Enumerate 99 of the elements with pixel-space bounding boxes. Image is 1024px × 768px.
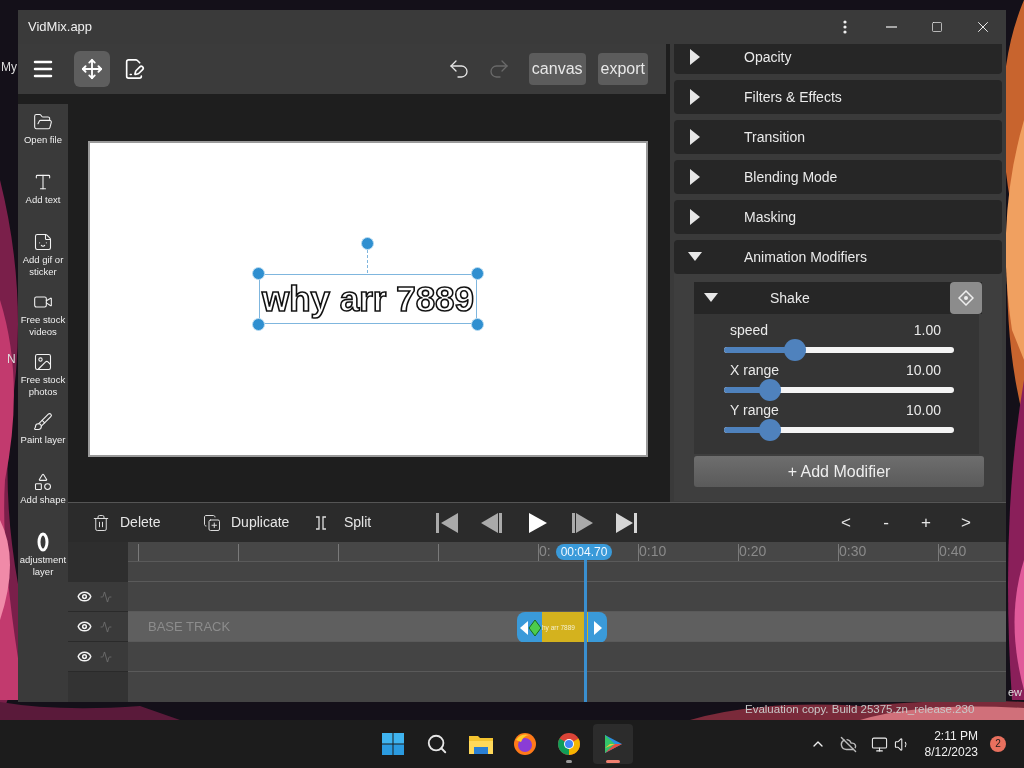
- ruler-label: 0:10: [639, 543, 667, 559]
- resize-handle[interactable]: [252, 318, 265, 331]
- expand-icon: [688, 169, 702, 185]
- move-tool[interactable]: [74, 51, 110, 87]
- expand-icon: [688, 49, 702, 65]
- folder-icon: [33, 112, 53, 132]
- resize-handle[interactable]: [252, 267, 265, 280]
- section-header[interactable]: Blending Mode: [674, 160, 1002, 194]
- duplicate-icon: [203, 513, 221, 532]
- oval-icon: [37, 532, 49, 552]
- notification-badge[interactable]: 2: [990, 736, 1006, 752]
- play-icon: [602, 733, 624, 755]
- resize-handle[interactable]: [471, 267, 484, 280]
- eye-icon[interactable]: [77, 649, 92, 664]
- taskbar-app[interactable]: [593, 724, 633, 764]
- section-header[interactable]: Masking: [674, 200, 1002, 234]
- brush-icon: [33, 412, 53, 432]
- expand-icon: [688, 129, 702, 145]
- sidebar-item[interactable]: adjustment layer: [18, 530, 68, 590]
- skip-end-icon: [615, 511, 639, 534]
- search-icon: [426, 733, 448, 755]
- window-title: VidMix.app: [28, 18, 93, 37]
- param-value: 10.00: [905, 400, 941, 420]
- skip-start-icon: [435, 511, 459, 534]
- step-back-icon: [480, 511, 504, 534]
- step-back-button[interactable]: [480, 510, 504, 535]
- slider-thumb[interactable]: [759, 419, 781, 441]
- expand-icon: [688, 209, 702, 225]
- ruler-label: 0:30: [839, 543, 867, 559]
- param-label: Y range: [730, 400, 779, 420]
- resize-handle[interactable]: [471, 318, 484, 331]
- minimize-icon: [885, 26, 897, 28]
- move-icon: [81, 58, 103, 80]
- sidebar-item[interactable]: Free stock videos: [18, 290, 68, 350]
- network-icon[interactable]: [870, 735, 888, 753]
- rotate-handle[interactable]: [361, 237, 374, 273]
- param-slider[interactable]: [724, 380, 954, 400]
- text-icon: [33, 172, 53, 192]
- zoom-control[interactable]: +: [911, 507, 941, 538]
- trash-icon: [92, 513, 110, 532]
- step-forward-icon: [570, 511, 594, 534]
- canvas-button[interactable]: canvas: [528, 53, 586, 85]
- section-header[interactable]: Animation Modifiers: [674, 240, 1002, 274]
- param-value: 1.00: [913, 320, 941, 340]
- ruler-label: 0:40: [939, 543, 967, 559]
- modifier-toggle[interactable]: Shake: [694, 282, 810, 314]
- add-modifier-button[interactable]: + Add Modifier: [694, 456, 984, 487]
- maximize-icon: [931, 21, 943, 33]
- slider-thumb[interactable]: [759, 379, 781, 401]
- playhead-time: 00:04.70: [556, 544, 612, 560]
- browser-icon: [557, 732, 581, 756]
- step-forward-button[interactable]: [570, 510, 594, 535]
- param-label: speed: [730, 320, 769, 340]
- ruler-label: 0:20: [739, 543, 767, 559]
- browser-icon: [513, 732, 537, 756]
- skip-start-button[interactable]: [435, 510, 459, 535]
- param-value: 10.00: [905, 360, 941, 380]
- sidebar-item[interactable]: Add gif or sticker: [18, 230, 68, 290]
- section-header[interactable]: Transition: [674, 120, 1002, 154]
- running-indicator: [606, 760, 620, 763]
- sticker-icon: [33, 232, 53, 252]
- param-slider[interactable]: [724, 340, 954, 360]
- zoom-control[interactable]: >: [951, 507, 981, 538]
- keyframe-button[interactable]: [950, 282, 982, 314]
- export-button[interactable]: export: [597, 53, 648, 85]
- shapes-icon: [33, 472, 53, 492]
- eye-icon[interactable]: [77, 589, 92, 604]
- running-indicator: [566, 760, 572, 763]
- slider-thumb[interactable]: [784, 339, 807, 361]
- param-slider[interactable]: [724, 420, 954, 440]
- trim-right-icon: [594, 620, 602, 635]
- more-icon: [843, 20, 847, 34]
- image-icon: [33, 352, 53, 372]
- expand-icon: [688, 89, 702, 105]
- ruler-label: 0:: [539, 543, 551, 559]
- clock[interactable]: 2:11 PM 8/12/2023: [924, 728, 978, 760]
- start-icon: [381, 732, 405, 756]
- duplicate-button[interactable]: Duplicate: [203, 512, 303, 533]
- split-icon: [314, 514, 328, 531]
- sidebar-item[interactable]: Open file: [18, 110, 68, 170]
- edit-icon: [123, 58, 145, 80]
- section-header[interactable]: Filters & Effects: [674, 80, 1002, 114]
- folder-icon: [468, 733, 494, 755]
- zoom-control[interactable]: <: [831, 507, 861, 538]
- zoom-control[interactable]: -: [871, 507, 901, 538]
- split-button[interactable]: Split: [314, 512, 394, 533]
- trim-left-icon: [520, 620, 528, 635]
- delete-button[interactable]: Delete: [92, 512, 192, 533]
- watermark-text: Evaluation copy. Build 25375.zn_release.230: [745, 702, 975, 717]
- cloud-off-icon[interactable]: [839, 735, 857, 753]
- keyframe-icon: [958, 290, 974, 306]
- sidebar-item[interactable]: Add text: [18, 170, 68, 230]
- sidebar-item[interactable]: Add shape: [18, 470, 68, 530]
- skip-end-button[interactable]: [615, 510, 639, 535]
- section-header[interactable]: Opacity: [674, 44, 1002, 74]
- param-label: X range: [730, 360, 780, 380]
- sidebar-item[interactable]: Paint layer: [18, 410, 68, 470]
- eye-icon[interactable]: [77, 619, 92, 634]
- sidebar-item[interactable]: Free stock photos: [18, 350, 68, 410]
